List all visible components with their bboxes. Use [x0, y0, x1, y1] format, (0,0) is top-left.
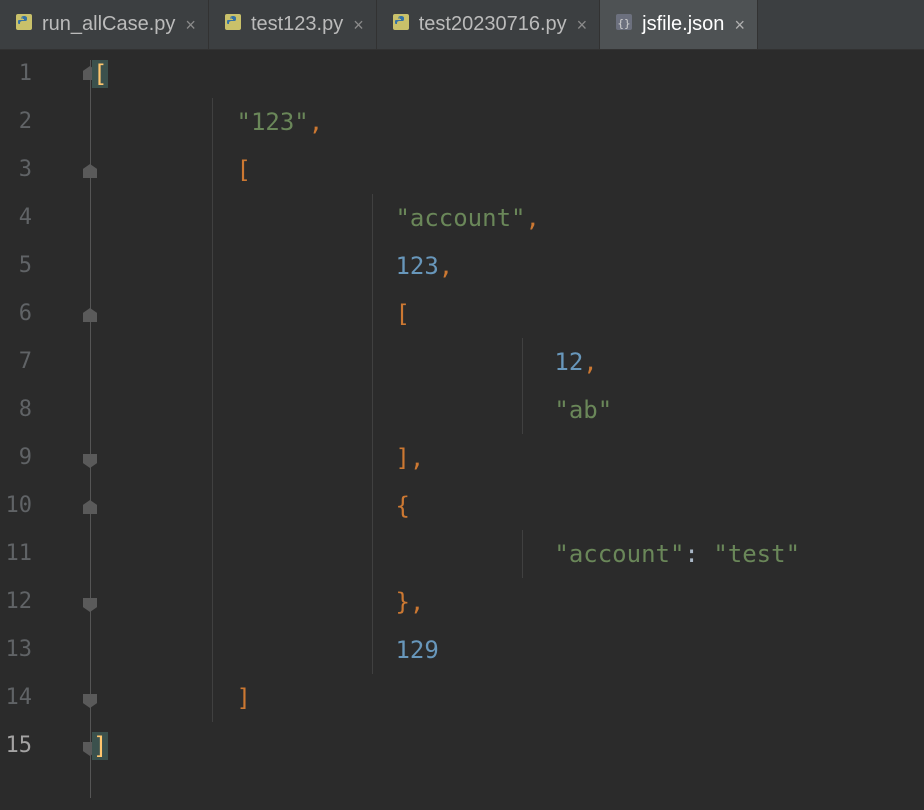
tab-test123[interactable]: test123.py ×: [209, 0, 377, 49]
line-number: 15: [0, 722, 32, 770]
tab-label: run_allCase.py: [42, 13, 175, 36]
brace-close: }: [395, 588, 409, 616]
python-file-icon: [391, 12, 411, 38]
svg-text:{}: {}: [618, 17, 631, 30]
code-line[interactable]: [: [92, 290, 924, 338]
line-number: 5: [0, 242, 32, 290]
code-line[interactable]: 129: [92, 626, 924, 674]
line-number: 10: [0, 482, 32, 530]
code-line[interactable]: "account": "test": [92, 530, 924, 578]
code-line[interactable]: "ab": [92, 386, 924, 434]
tab-label: test123.py: [251, 13, 343, 36]
tab-label: jsfile.json: [642, 13, 724, 36]
bracket-close: ]: [92, 732, 108, 760]
close-icon[interactable]: ×: [734, 16, 745, 34]
tab-bar: run_allCase.py × test123.py × test202307…: [0, 0, 924, 50]
line-number: 1: [0, 50, 32, 98]
code-line[interactable]: [: [92, 50, 924, 98]
code-line[interactable]: [: [92, 146, 924, 194]
code-line[interactable]: "account",: [92, 194, 924, 242]
code-line[interactable]: ]: [92, 674, 924, 722]
code-area[interactable]: [ "123", [ "account", 123, [ 12,: [80, 50, 924, 810]
line-number: 13: [0, 626, 32, 674]
code-line[interactable]: ],: [92, 434, 924, 482]
python-file-icon: [14, 12, 34, 38]
bracket-open: [: [237, 156, 251, 184]
line-number: 11: [0, 530, 32, 578]
line-number: 9: [0, 434, 32, 482]
line-number: 14: [0, 674, 32, 722]
line-number: 2: [0, 98, 32, 146]
editor[interactable]: 1 2 3 4 5 6 7 8 9 10 11 12 13 14 15 [: [0, 50, 924, 810]
code-line[interactable]: 123,: [92, 242, 924, 290]
bracket-close: ]: [395, 444, 409, 472]
line-number-gutter: 1 2 3 4 5 6 7 8 9 10 11 12 13 14 15: [0, 50, 40, 810]
json-file-icon: {}: [614, 12, 634, 38]
brace-open: {: [395, 492, 409, 520]
bracket-open: [: [92, 60, 108, 88]
line-number: 8: [0, 386, 32, 434]
bracket-open: [: [395, 300, 409, 328]
code-line[interactable]: "123",: [92, 98, 924, 146]
line-number: 3: [0, 146, 32, 194]
close-icon[interactable]: ×: [185, 16, 196, 34]
close-icon[interactable]: ×: [577, 16, 588, 34]
line-number: 7: [0, 338, 32, 386]
code-line[interactable]: 12,: [92, 338, 924, 386]
bracket-close: ]: [237, 684, 251, 712]
tab-jsfile[interactable]: {} jsfile.json ×: [600, 0, 758, 49]
fold-gutter: [40, 50, 80, 810]
line-number: 6: [0, 290, 32, 338]
code-line[interactable]: ]: [92, 722, 924, 770]
line-number: 4: [0, 194, 32, 242]
tab-run-allcase[interactable]: run_allCase.py ×: [0, 0, 209, 49]
close-icon[interactable]: ×: [353, 16, 364, 34]
code-line[interactable]: {: [92, 482, 924, 530]
line-number: 12: [0, 578, 32, 626]
code-line[interactable]: },: [92, 578, 924, 626]
tab-label: test20230716.py: [419, 13, 567, 36]
python-file-icon: [223, 12, 243, 38]
tab-test20230716[interactable]: test20230716.py ×: [377, 0, 600, 49]
